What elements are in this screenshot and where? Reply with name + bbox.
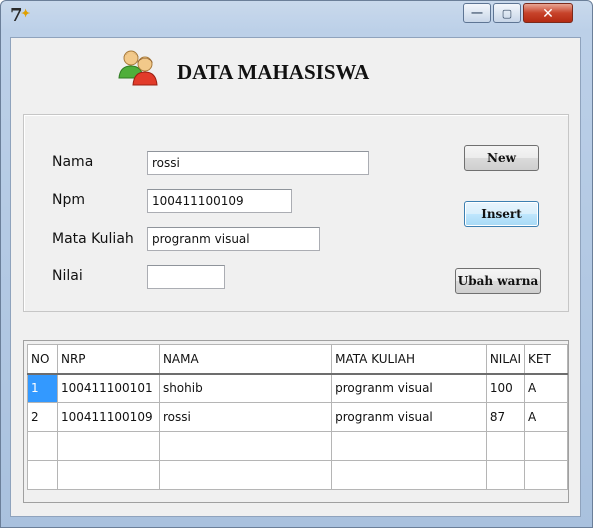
nama-field[interactable]: rossi [147, 151, 369, 175]
table-cell-mata-kuliah[interactable] [331, 460, 487, 490]
table-row[interactable] [27, 460, 568, 490]
app-icon[interactable]: 7 ✦ [10, 5, 30, 27]
column-header-nrp[interactable]: NRP [56, 344, 160, 375]
table-cell-nrp[interactable] [56, 460, 160, 490]
column-header-no[interactable]: NO [27, 344, 58, 375]
column-header-ket[interactable]: KET [524, 344, 568, 375]
table-cell-no[interactable]: 2 [27, 402, 58, 432]
nilai-label: Nilai [52, 268, 83, 284]
table-cell-ket[interactable] [524, 460, 568, 490]
table-cell-ket[interactable]: A [524, 373, 568, 403]
table-cell-mata-kuliah[interactable] [331, 431, 487, 461]
table-cell-nilai[interactable] [485, 460, 526, 490]
mata-kuliah-field[interactable]: progranm visual [147, 227, 320, 251]
table-cell-ket[interactable]: A [524, 402, 568, 432]
table-cell-no[interactable] [27, 460, 58, 490]
table-cell-mata-kuliah[interactable]: progranm visual [331, 402, 487, 432]
table-row[interactable]: 2 100411100109 rossi progranm visual 87 … [27, 402, 568, 432]
mata-kuliah-label: Mata Kuliah [52, 231, 134, 247]
table-cell-nilai[interactable]: 100 [485, 373, 526, 403]
column-header-nama[interactable]: NAMA [158, 344, 333, 375]
table-cell-nrp[interactable]: 100411100109 [56, 402, 160, 432]
title-bar[interactable]: 7 ✦ — ▢ ✕ [1, 1, 592, 31]
users-icon [118, 50, 158, 86]
npm-field[interactable]: 100411100109 [147, 189, 292, 213]
table-cell-nama[interactable]: rossi [158, 402, 333, 432]
table-cell-ket[interactable] [524, 431, 568, 461]
table-cell-nilai[interactable] [485, 431, 526, 461]
table-row[interactable] [27, 431, 568, 461]
insert-button[interactable]: Insert [464, 201, 539, 227]
table-cell-mata-kuliah[interactable]: progranm visual [331, 373, 487, 403]
column-header-mata-kuliah[interactable]: MATA KULIAH [331, 344, 487, 375]
minimize-button[interactable]: — [463, 3, 491, 23]
ubah-warna-button[interactable]: Ubah warna [455, 268, 541, 294]
student-table[interactable]: NO NRP NAMA MATA KULIAH NILAI KET 1 1004… [27, 344, 568, 490]
data-grid[interactable]: NO NRP NAMA MATA KULIAH NILAI KET 1 1004… [23, 340, 569, 503]
table-cell-no[interactable] [27, 431, 58, 461]
table-cell-nrp[interactable]: 100411100101 [56, 373, 160, 403]
nilai-field[interactable] [147, 265, 225, 289]
app-window: 7 ✦ — ▢ ✕ DATA MAHASISWA Nama rossi Npm 1… [0, 0, 593, 528]
table-cell-nilai[interactable]: 87 [485, 402, 526, 432]
npm-label: Npm [52, 192, 85, 208]
nama-label: Nama [52, 154, 94, 170]
maximize-button[interactable]: ▢ [493, 3, 521, 23]
table-cell-nama[interactable] [158, 431, 333, 461]
table-header-row: NO NRP NAMA MATA KULIAH NILAI KET [27, 344, 568, 375]
table-cell-nrp[interactable] [56, 431, 160, 461]
table-row[interactable]: 1 100411100101 shohib progranm visual 10… [27, 373, 568, 403]
page-title: DATA MAHASISWA [177, 60, 370, 84]
close-button[interactable]: ✕ [523, 3, 573, 23]
form-client-area: DATA MAHASISWA Nama rossi Npm 1004111001… [10, 37, 581, 517]
column-header-nilai[interactable]: NILAI [485, 344, 526, 375]
table-cell-nama[interactable] [158, 460, 333, 490]
input-panel: Nama rossi Npm 100411100109 Mata Kuliah … [23, 114, 569, 312]
table-cell-nama[interactable]: shohib [158, 373, 333, 403]
new-button[interactable]: New [464, 145, 539, 171]
table-cell-no[interactable]: 1 [27, 373, 58, 403]
